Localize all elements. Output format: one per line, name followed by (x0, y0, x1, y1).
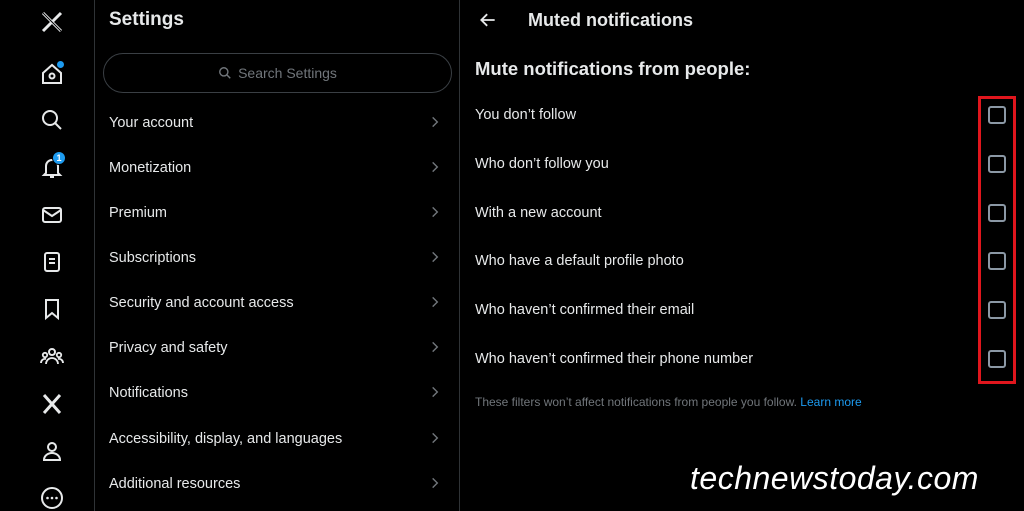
learn-more-link[interactable]: Learn more (800, 395, 861, 409)
search-placeholder: Search Settings (238, 65, 337, 81)
chevron-right-icon (432, 161, 439, 173)
section-title: Mute notifications from people: (475, 58, 751, 79)
search-icon (219, 67, 231, 79)
nav-rail: 1 (0, 0, 95, 511)
checkbox-highlight-box (978, 96, 1016, 384)
settings-item-label: Additional resources (109, 476, 241, 492)
settings-title: Settings (109, 9, 184, 30)
settings-item-label: Privacy and safety (109, 340, 228, 356)
chevron-right-icon (432, 477, 439, 489)
settings-item-label: Security and account access (109, 295, 294, 311)
mute-option-default-photo[interactable]: Who have a default profile photo (460, 237, 1024, 285)
chevron-right-icon (432, 432, 439, 444)
option-label: You don’t follow (475, 107, 577, 123)
premium-x-icon[interactable] (38, 390, 66, 418)
notifications-icon[interactable]: 1 (38, 151, 66, 182)
chevron-right-icon (432, 386, 439, 398)
option-label: Who have a default profile photo (475, 253, 684, 269)
mute-option-not-following[interactable]: You don’t follow (460, 91, 1024, 139)
option-label: Who don’t follow you (475, 156, 609, 172)
back-arrow-icon[interactable] (478, 10, 498, 30)
settings-item-label: Subscriptions (109, 250, 197, 266)
page-title: Muted notifications (528, 10, 693, 30)
lists-icon[interactable] (38, 248, 66, 276)
chevron-right-icon (432, 251, 439, 263)
bookmarks-icon[interactable] (38, 295, 66, 323)
settings-item-notifications[interactable]: Notifications (95, 371, 460, 415)
watermark: technewstoday.com (690, 460, 979, 496)
settings-item-privacy[interactable]: Privacy and safety (95, 326, 460, 370)
mute-option-not-following-you[interactable]: Who don’t follow you (460, 140, 1024, 188)
muted-notifications-panel: Muted notifications Mute notifications f… (460, 0, 1024, 511)
more-icon[interactable] (38, 484, 66, 511)
search-settings-input[interactable]: Search Settings (103, 53, 452, 93)
footnote-text: These filters won’t affect notifications… (475, 395, 797, 409)
settings-item-monetization[interactable]: Monetization (95, 146, 460, 190)
settings-item-label: Notifications (109, 385, 188, 401)
new-posts-dot (57, 61, 64, 68)
mute-option-unconfirmed-email[interactable]: Who haven’t confirmed their email (460, 286, 1024, 334)
mute-option-new-account[interactable]: With a new account (460, 189, 1024, 237)
x-logo-icon[interactable] (38, 8, 66, 36)
option-label: Who haven’t confirmed their email (475, 302, 695, 318)
settings-item-accessibility[interactable]: Accessibility, display, and languages (95, 417, 460, 461)
settings-item-label: Monetization (109, 160, 192, 176)
settings-item-premium[interactable]: Premium (95, 191, 460, 235)
profile-icon[interactable] (38, 437, 66, 465)
communities-icon[interactable] (38, 342, 66, 370)
settings-item-label: Premium (109, 205, 168, 221)
option-label: With a new account (475, 205, 602, 221)
settings-item-subscriptions[interactable]: Subscriptions (95, 236, 460, 280)
settings-item-security[interactable]: Security and account access (95, 281, 460, 325)
settings-panel: Settings Search Settings Your account Mo… (95, 0, 460, 511)
mute-option-unconfirmed-phone[interactable]: Who haven’t confirmed their phone number (460, 335, 1024, 383)
option-label: Who haven’t confirmed their phone number (475, 351, 754, 367)
chevron-right-icon (432, 296, 439, 308)
settings-item-your-account[interactable]: Your account (95, 101, 460, 145)
filters-footnote: These filters won’t affect notifications… (475, 395, 862, 409)
settings-item-additional-resources[interactable]: Additional resources (95, 462, 460, 506)
notification-count-badge: 1 (52, 151, 66, 165)
messages-icon[interactable] (38, 201, 66, 229)
chevron-right-icon (432, 341, 439, 353)
settings-item-label: Your account (109, 115, 194, 131)
chevron-right-icon (432, 206, 439, 218)
settings-item-label: Accessibility, display, and languages (109, 431, 343, 447)
chevron-right-icon (432, 116, 439, 128)
home-icon[interactable] (38, 60, 66, 88)
search-icon[interactable] (38, 106, 66, 134)
